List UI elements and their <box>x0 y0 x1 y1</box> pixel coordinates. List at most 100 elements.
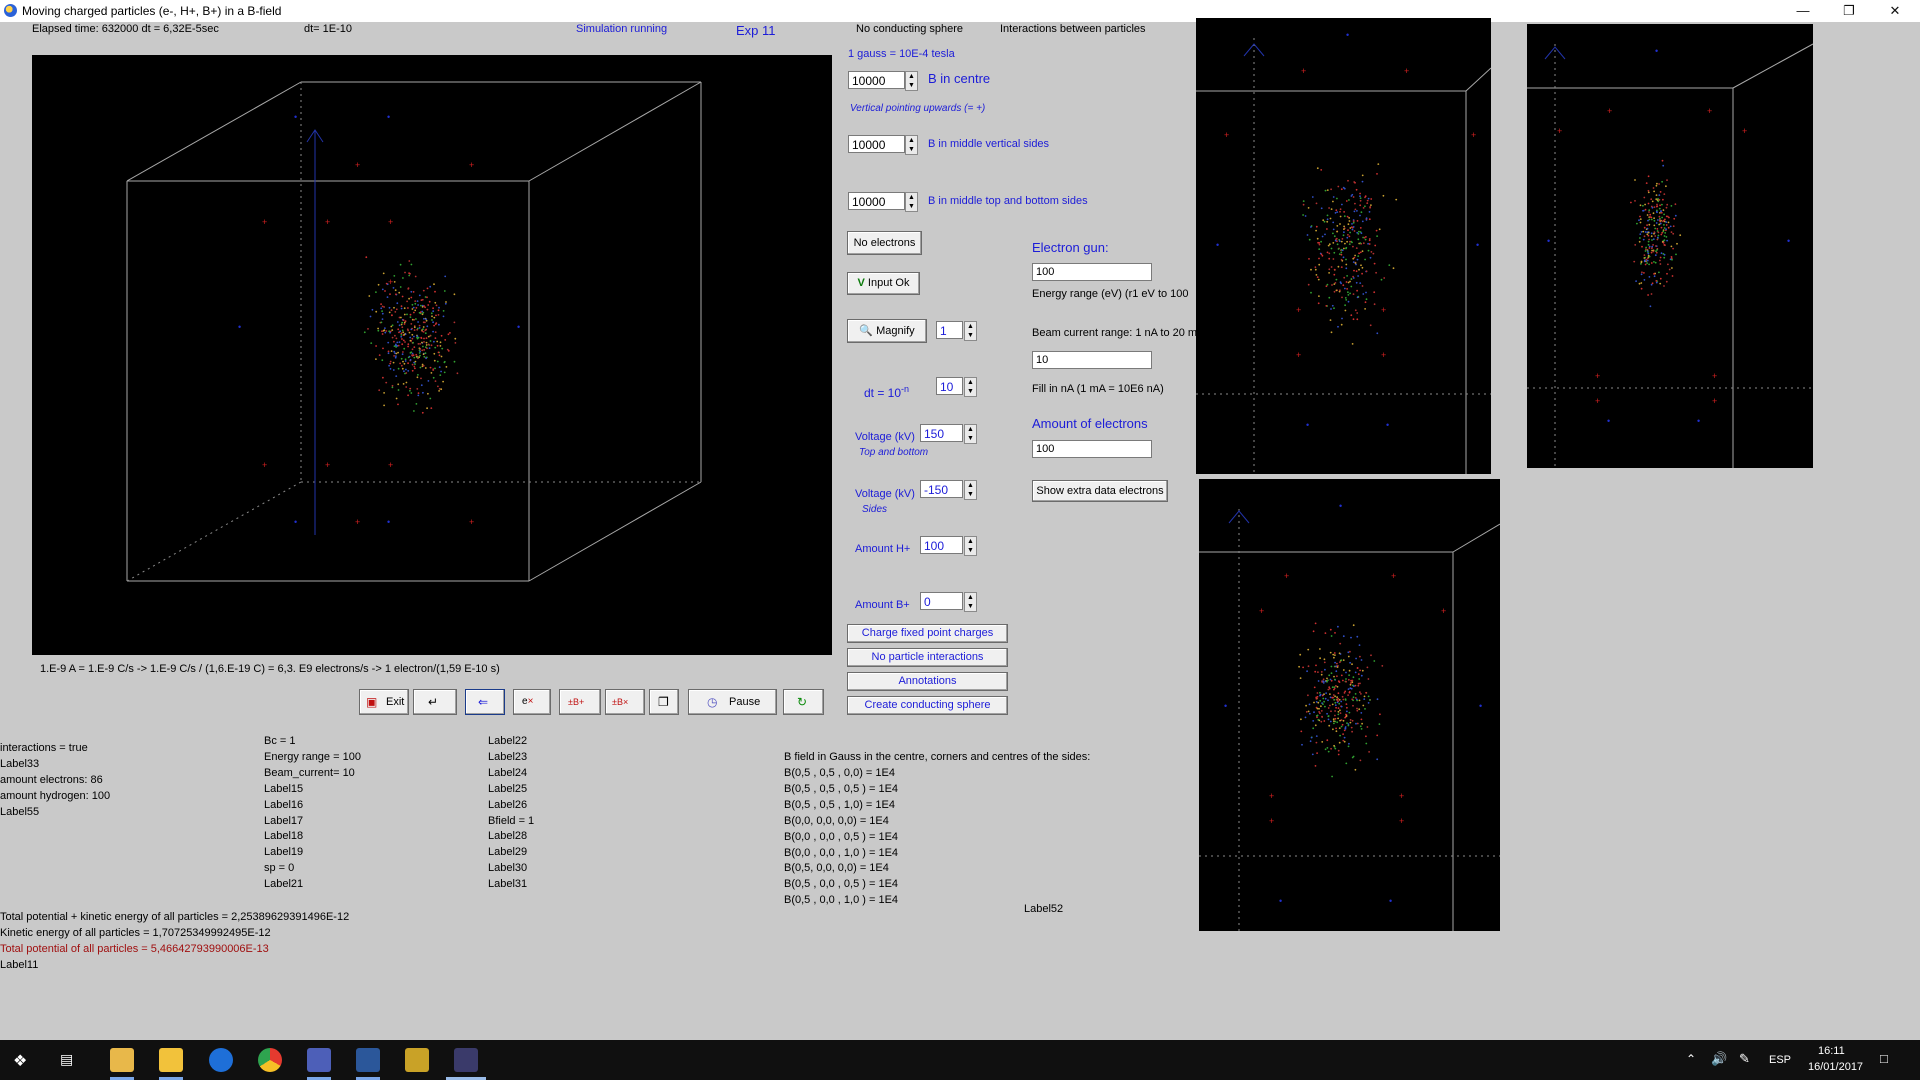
bank-icon[interactable] <box>405 1048 429 1072</box>
chrome-icon[interactable] <box>258 1048 282 1072</box>
b-topbottom-input[interactable]: 10000 <box>848 192 905 210</box>
b-topbottom-arrows[interactable]: ▲ ▼ <box>905 192 918 212</box>
amount-electrons-input[interactable]: 100 <box>1032 440 1152 458</box>
restore-icon[interactable]: ❐ <box>1826 0 1872 22</box>
refresh-button[interactable]: ↻ <box>783 689 824 715</box>
voltage-sides-input[interactable]: -150 <box>920 480 963 498</box>
particle-dot <box>1638 282 1641 285</box>
particle-dot <box>387 350 390 353</box>
particle-dot <box>1302 214 1304 216</box>
close-icon[interactable]: ✕ <box>1872 0 1918 22</box>
side-view-2[interactable]: + + + + + + + + • • • • • <box>1527 24 1813 468</box>
particle-dot <box>1337 692 1340 695</box>
particle-dot <box>1321 716 1324 718</box>
magnify-input[interactable]: 1 <box>936 321 963 339</box>
particle-dot <box>1352 220 1355 223</box>
particle-dot <box>1651 206 1654 209</box>
add-ions-button[interactable]: ±B+ <box>559 689 601 715</box>
edge-icon[interactable] <box>209 1048 233 1072</box>
particle-dot <box>1370 198 1373 200</box>
particle-dot <box>440 370 442 373</box>
fixed-negative-charge: • <box>238 322 241 332</box>
amount-b-arrows[interactable]: ▲ ▼ <box>964 592 977 612</box>
annotations-button[interactable]: Annotations <box>847 672 1008 691</box>
b-centre-spin[interactable]: 10000 ▲ ▼ <box>848 71 920 91</box>
create-sphere-button[interactable]: Create conducting sphere <box>847 696 1008 715</box>
file-explorer-icon[interactable] <box>110 1048 134 1072</box>
chevron-up-icon[interactable]: ⌃ <box>1686 1052 1696 1066</box>
voltage-sides-arrows[interactable]: ▲ ▼ <box>964 480 977 500</box>
voltage-tb-arrows[interactable]: ▲ ▼ <box>964 424 977 444</box>
show-extra-data-button[interactable]: Show extra data electrons <box>1032 480 1168 502</box>
volume-icon[interactable]: 🔊 <box>1711 1051 1727 1067</box>
dt-spin[interactable]: 10 ▲ ▼ <box>936 377 978 397</box>
side-view-3[interactable]: + + + + + + + + • • • • • <box>1199 479 1500 931</box>
particle-dot <box>447 333 450 336</box>
particle-dot <box>397 367 400 370</box>
particle-dot <box>1342 256 1345 259</box>
amount-b-spin[interactable]: 0 ▲ ▼ <box>920 592 978 612</box>
b-vertical-sides-input[interactable]: 10000 <box>848 135 905 153</box>
input-ok-button[interactable]: V Input Ok <box>847 272 920 295</box>
particle-dot <box>1318 263 1321 266</box>
axes-button[interactable]: ↵ <box>413 689 457 715</box>
b-vertical-sides-arrows[interactable]: ▲ ▼ <box>905 135 918 155</box>
energy-input[interactable]: 100 <box>1032 263 1152 281</box>
voltage-sides-spin[interactable]: -150 ▲ ▼ <box>920 480 978 500</box>
task-view-icon[interactable]: ▤ <box>60 1051 73 1068</box>
windows-start-icon[interactable]: ❖ <box>13 1051 27 1071</box>
amount-h-arrows[interactable]: ▲ ▼ <box>964 536 977 556</box>
b-centre-arrows[interactable]: ▲ ▼ <box>905 71 918 91</box>
magnify-spin[interactable]: 1 ▲ ▼ <box>936 321 978 341</box>
particle-dot <box>1372 252 1375 255</box>
fixed-positive-charge: + <box>355 160 360 170</box>
remove-electrons-button[interactable]: e× <box>513 689 551 715</box>
energy-block: Total potential + kinetic energy of all … <box>0 910 349 974</box>
dt-input[interactable]: 10 <box>936 377 963 395</box>
amount-h-spin[interactable]: 100 ▲ ▼ <box>920 536 978 556</box>
particle-dot <box>1358 644 1361 646</box>
particle-dot <box>1320 253 1323 256</box>
particle-dot <box>1320 673 1323 676</box>
clock-time[interactable]: 16:11 <box>1818 1045 1845 1057</box>
minimize-icon[interactable]: — <box>1780 0 1826 22</box>
simulation-app-icon[interactable] <box>454 1048 478 1072</box>
fixed-negative-charge: • <box>1279 896 1282 906</box>
particle-dot <box>398 341 401 343</box>
magnify-arrows[interactable]: ▲ ▼ <box>964 321 977 341</box>
pen-icon[interactable]: ✎ <box>1739 1051 1750 1067</box>
dt-arrows[interactable]: ▲ ▼ <box>964 377 977 397</box>
b-topbottom-spin[interactable]: 10000 ▲ ▼ <box>848 192 920 212</box>
amount-h-input[interactable]: 100 <box>920 536 963 554</box>
amount-b-input[interactable]: 0 <box>920 592 963 610</box>
mail-icon[interactable] <box>159 1048 183 1072</box>
pause-button[interactable]: ◷ Pause <box>688 689 777 715</box>
no-particle-interactions-button[interactable]: No particle interactions <box>847 648 1008 667</box>
app-icon-taskbar-1[interactable] <box>307 1048 331 1072</box>
exit-button[interactable]: ▣ Exit <box>359 689 409 715</box>
particle-dot <box>422 353 425 356</box>
particle-dot <box>1373 660 1376 662</box>
word-icon[interactable] <box>356 1048 380 1072</box>
reverse-electrons-button[interactable]: ⇐ <box>465 689 505 715</box>
magnify-button[interactable]: 🔍 Magnify <box>847 319 927 343</box>
voltage-tb-spin[interactable]: 150 ▲ ▼ <box>920 424 978 444</box>
side-view-1[interactable]: + + + + + + + + • • • • • <box>1196 18 1491 474</box>
beam-current-input[interactable]: 10 <box>1032 351 1152 369</box>
remove-ions-button[interactable]: ±B× <box>605 689 645 715</box>
main-3d-view[interactable]: + + + + + + + + + + + • • • • • • <box>32 55 832 655</box>
particle-dot <box>399 286 402 288</box>
no-electrons-button[interactable]: No electrons <box>847 231 922 255</box>
particle-dot <box>391 314 393 316</box>
language-indicator[interactable]: ESP <box>1769 1054 1791 1066</box>
particle-dot <box>1346 236 1349 239</box>
cube-view-button[interactable]: ❐ <box>649 689 679 715</box>
notifications-icon[interactable]: □ <box>1880 1051 1888 1066</box>
particle-dot <box>381 312 384 315</box>
particle-dot <box>1639 218 1642 221</box>
voltage-tb-input[interactable]: 150 <box>920 424 963 442</box>
b-centre-input[interactable]: 10000 <box>848 71 905 89</box>
b-vertical-sides-spin[interactable]: 10000 ▲ ▼ <box>848 135 920 155</box>
clock-date[interactable]: 16/01/2017 <box>1808 1061 1863 1073</box>
charge-fixed-button[interactable]: Charge fixed point charges <box>847 624 1008 643</box>
